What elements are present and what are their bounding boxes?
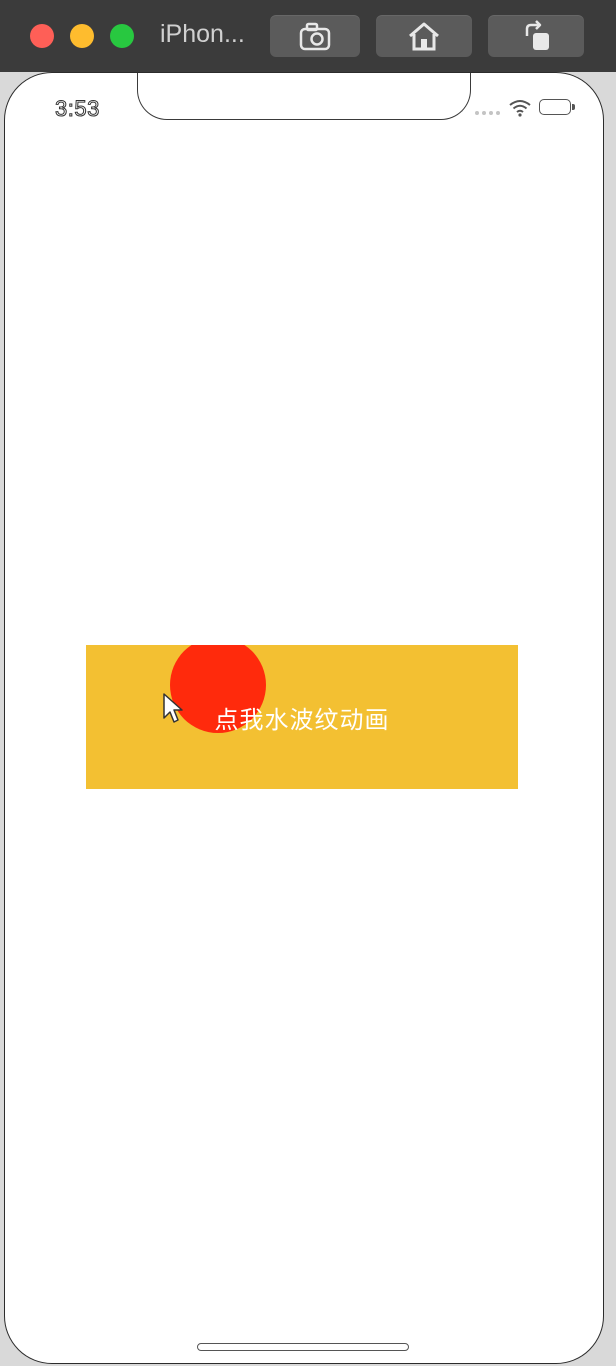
window-title: iPhon...: [160, 20, 245, 48]
phone-screen: 3:53 点我水波纹动画: [4, 72, 604, 1364]
screenshot-button[interactable]: [270, 15, 360, 57]
status-time: 3:53: [55, 96, 100, 122]
minimize-window-button[interactable]: [70, 24, 94, 48]
home-icon: [409, 22, 439, 51]
rotate-icon: [525, 20, 549, 50]
ripple-animation-button[interactable]: 点我水波纹动画: [86, 645, 518, 789]
device-notch: [137, 73, 471, 120]
zoom-window-button[interactable]: [110, 24, 134, 48]
battery-icon: [539, 99, 575, 115]
close-window-button[interactable]: [30, 24, 54, 48]
ripple-button-label: 点我水波纹动画: [214, 705, 390, 734]
home-button[interactable]: [376, 15, 472, 57]
cellular-signal-icon: [475, 111, 500, 115]
rotate-button[interactable]: [488, 15, 584, 57]
simulator-window: iPhon... 3:53 点我水波纹动画: [0, 0, 616, 1366]
camera-icon: [299, 22, 331, 51]
window-titlebar: iPhon...: [0, 0, 616, 72]
home-indicator[interactable]: [197, 1343, 409, 1351]
wifi-icon: [509, 100, 531, 117]
mouse-cursor-icon: [163, 693, 183, 723]
